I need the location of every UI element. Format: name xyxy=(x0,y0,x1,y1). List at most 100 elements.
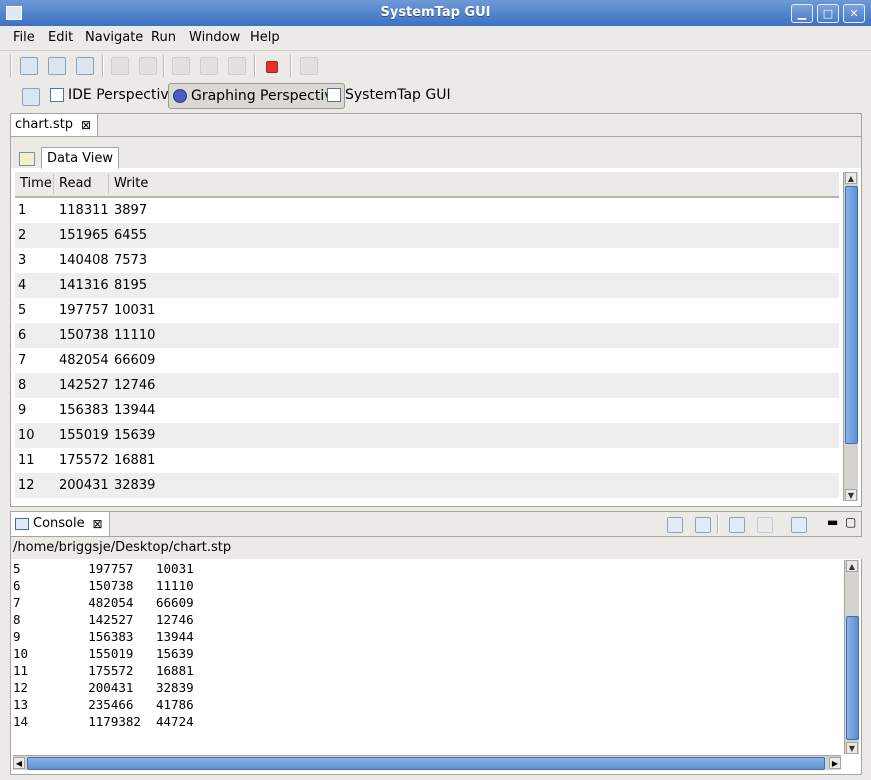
column-header-read[interactable]: Read xyxy=(59,176,92,191)
console-icon xyxy=(15,518,29,530)
main-toolbar xyxy=(0,50,871,81)
table-row[interactable]: 6 150738 11110 xyxy=(15,323,839,348)
console-horizontal-scrollbar-thumb[interactable] xyxy=(27,757,825,770)
close-window-button[interactable]: ✕ xyxy=(843,4,865,23)
tab-chart-stp[interactable]: chart.stp ⊠ xyxy=(11,114,99,136)
ide-perspective-icon xyxy=(50,88,64,102)
table-row[interactable]: 3 140408 7573 xyxy=(15,248,839,273)
scroll-left-icon[interactable]: ◀ xyxy=(13,757,25,769)
save-icon[interactable] xyxy=(20,57,38,75)
console-line: 11 175572 16881 xyxy=(13,663,194,678)
cell-write: 13944 xyxy=(114,403,156,418)
scroll-down-icon[interactable]: ▼ xyxy=(845,489,857,501)
console-output[interactable]: 5 197757 10031 6 150738 11110 7 482054 666… xyxy=(11,560,843,756)
cut-icon[interactable] xyxy=(172,57,190,75)
close-icon[interactable]: ⊠ xyxy=(81,114,91,136)
perspective-graphing-label: Graphing Perspective xyxy=(191,88,342,104)
cell-time: 5 xyxy=(18,303,27,318)
column-header-write[interactable]: Write xyxy=(114,176,148,191)
new-dataset-icon[interactable] xyxy=(19,152,35,166)
cell-time: 11 xyxy=(18,453,35,468)
menu-run[interactable]: Run xyxy=(151,30,176,45)
systemtap-perspective-icon xyxy=(327,88,341,102)
maximize-window-button[interactable]: □ xyxy=(817,4,839,23)
console-line: 10 155019 15639 xyxy=(13,646,194,661)
cell-read: 141316 xyxy=(59,278,109,293)
display-console-icon[interactable] xyxy=(757,517,773,533)
scroll-up-icon[interactable]: ▲ xyxy=(846,560,858,572)
menu-file[interactable]: File xyxy=(13,30,35,45)
tab-data-view[interactable]: Data View xyxy=(41,147,120,169)
cell-time: 6 xyxy=(18,328,27,343)
undo-icon[interactable] xyxy=(300,57,318,75)
console-vertical-scrollbar-thumb[interactable] xyxy=(846,616,859,740)
stop-icon[interactable] xyxy=(266,61,278,73)
tab-console[interactable]: Console ⊠ xyxy=(11,512,110,536)
table-scrollbar[interactable]: ▲ ▼ xyxy=(843,172,858,501)
clear-console-icon[interactable] xyxy=(667,517,683,533)
minimize-icon[interactable]: ▬ xyxy=(827,515,838,529)
menu-edit[interactable]: Edit xyxy=(48,30,73,45)
table-row[interactable]: 11 175572 16881 xyxy=(15,448,839,473)
table-row[interactable]: 10 155019 15639 xyxy=(15,423,839,448)
perspective-ide[interactable]: IDE Perspective xyxy=(46,83,180,107)
editor-tab-bar: chart.stp ⊠ xyxy=(11,114,861,137)
console-horizontal-scrollbar[interactable]: ◀ ▶ xyxy=(13,755,841,770)
cell-write: 15639 xyxy=(114,428,156,443)
column-divider[interactable] xyxy=(108,174,109,194)
cell-write: 11110 xyxy=(114,328,156,343)
perspective-systemtap[interactable]: SystemTap GUI xyxy=(323,83,454,107)
cell-read: 118311 xyxy=(59,203,109,218)
menu-window[interactable]: Window xyxy=(189,30,240,45)
maximize-icon[interactable]: ▢ xyxy=(845,515,856,529)
scroll-lock-icon[interactable] xyxy=(695,517,711,533)
scroll-right-icon[interactable]: ▶ xyxy=(829,757,841,769)
cell-write: 3897 xyxy=(114,203,148,218)
save-disabled-icon[interactable] xyxy=(111,57,129,75)
menu-help[interactable]: Help xyxy=(250,30,280,45)
console-vertical-scrollbar[interactable]: ▲ ▼ xyxy=(844,560,859,754)
console-panel: Console ⊠ ▬ ▢ /home/briggsje/Desktop/cha… xyxy=(10,511,863,775)
scroll-down-icon[interactable]: ▼ xyxy=(846,742,858,754)
copy-icon[interactable] xyxy=(200,57,218,75)
console-line: 6 150738 11110 xyxy=(13,578,194,593)
cell-write: 10031 xyxy=(114,303,156,318)
table-row[interactable]: 5 197757 10031 xyxy=(15,298,839,323)
column-header-time[interactable]: Time xyxy=(20,176,52,191)
cell-read: 197757 xyxy=(59,303,109,318)
scroll-up-icon[interactable]: ▲ xyxy=(845,172,857,184)
cell-write: 16881 xyxy=(114,453,156,468)
open-perspective-icon[interactable] xyxy=(22,88,40,106)
perspective-bar: IDE Perspective Graphing Perspective Sys… xyxy=(0,82,871,110)
cell-time: 2 xyxy=(18,228,27,243)
cell-time: 9 xyxy=(18,403,27,418)
pin-console-icon[interactable] xyxy=(729,517,745,533)
table-row[interactable]: 9 156383 13944 xyxy=(15,398,839,423)
paste-icon[interactable] xyxy=(228,57,246,75)
table-row[interactable]: 8 142527 12746 xyxy=(15,373,839,398)
cell-read: 156383 xyxy=(59,403,109,418)
export-icon[interactable] xyxy=(76,57,94,75)
cell-write: 8195 xyxy=(114,278,148,293)
menu-bar: File Edit Navigate Run Window Help xyxy=(0,26,871,50)
import-icon[interactable] xyxy=(48,57,66,75)
cell-read: 142527 xyxy=(59,378,109,393)
table-row[interactable]: 1 118311 3897 xyxy=(15,198,839,223)
table-row[interactable]: 4 141316 8195 xyxy=(15,273,839,298)
perspective-graphing[interactable]: Graphing Perspective xyxy=(168,83,346,109)
cell-read: 155019 xyxy=(59,428,109,443)
console-line: 9 156383 13944 xyxy=(13,629,194,644)
cell-write: 32839 xyxy=(114,478,156,493)
table-row[interactable]: 7 482054 66609 xyxy=(15,348,839,373)
column-divider[interactable] xyxy=(53,174,54,194)
table-scrollbar-thumb[interactable] xyxy=(845,186,858,444)
table-row[interactable]: 12 200431 32839 xyxy=(15,473,839,498)
perspective-ide-label: IDE Perspective xyxy=(68,87,178,103)
menu-navigate[interactable]: Navigate xyxy=(85,30,143,45)
close-icon[interactable]: ⊠ xyxy=(93,512,103,536)
open-console-icon[interactable] xyxy=(791,517,807,533)
minimize-window-button[interactable]: ▁ xyxy=(791,4,813,23)
table-row[interactable]: 2 151965 6455 xyxy=(15,223,839,248)
print-icon[interactable] xyxy=(139,57,157,75)
title-bar: SystemTap GUI ▁ □ ✕ xyxy=(0,0,871,27)
